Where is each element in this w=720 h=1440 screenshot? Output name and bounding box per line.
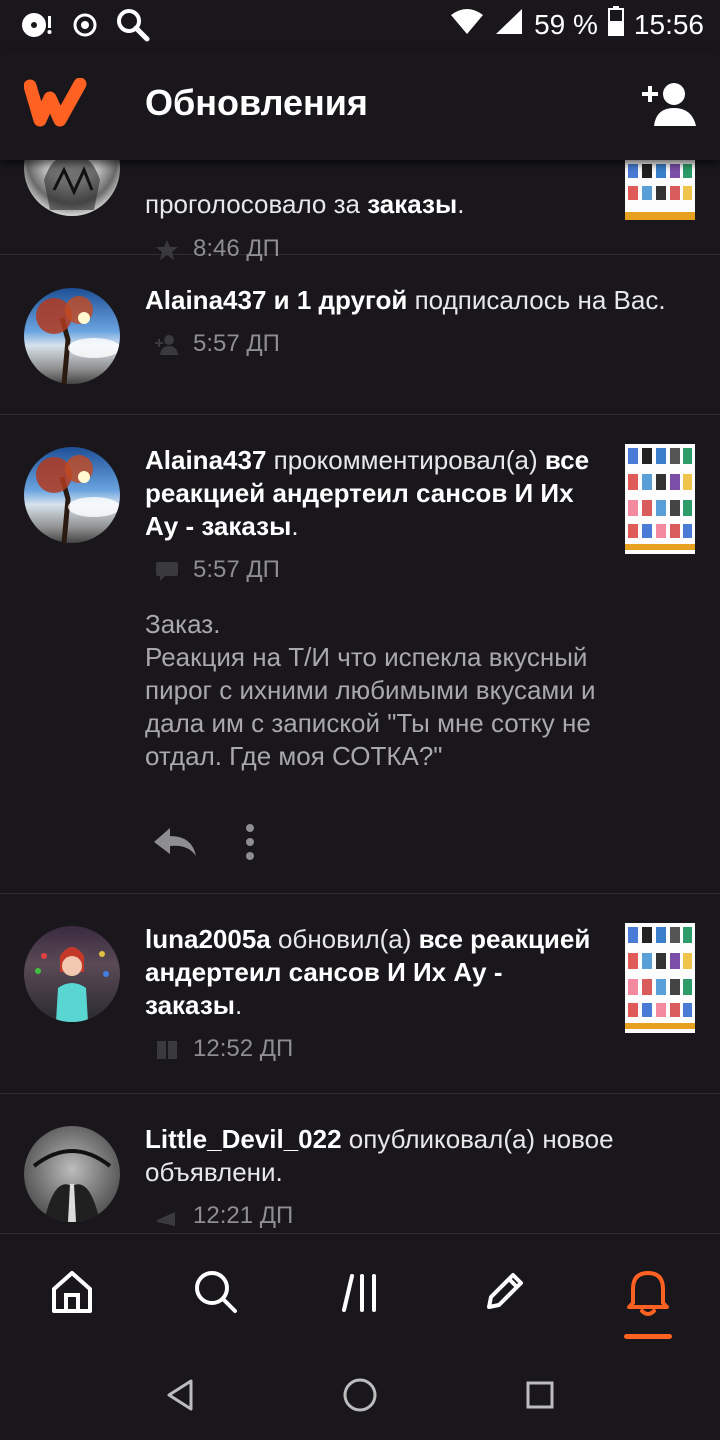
reply-button[interactable] [150, 822, 200, 862]
story-cover-thumbnail[interactable] [625, 160, 695, 220]
pencil-icon [487, 1273, 523, 1309]
active-tab-indicator [624, 1334, 672, 1339]
system-back-button[interactable] [157, 1372, 203, 1418]
story-cover-thumbnail[interactable] [625, 923, 695, 1033]
feed-item[interactable]: luna2005a обновил(а) все реакцией андерт… [0, 893, 720, 1094]
item-text: Alaina437 прокомментировал(а) все реакци… [145, 445, 590, 541]
system-recents-button[interactable] [517, 1372, 563, 1418]
feed-item[interactable]: Alaina437 прокомментировал(а) все реакци… [0, 414, 720, 894]
item-meta: 12:52 ДП [155, 1035, 293, 1063]
item-time: 5:57 ДП [193, 556, 280, 583]
item-text: проголосовало за заказы. [145, 189, 465, 219]
bell-icon [627, 1271, 669, 1316]
nav-search-button[interactable] [186, 1262, 246, 1322]
item-time: 5:57 ДП [193, 330, 280, 357]
system-home-button[interactable] [337, 1372, 383, 1418]
home-circle-icon [343, 1378, 377, 1412]
avatar[interactable] [24, 1126, 120, 1222]
book-icon [155, 1039, 179, 1059]
updates-feed[interactable]: проголосовало за заказы. 8:46 ДП Alaina4… [0, 160, 720, 1233]
reply-icon [154, 828, 196, 856]
follow-icon [155, 334, 179, 355]
comment-icon [155, 560, 179, 581]
feed-item[interactable]: проголосовало за заказы. 8:46 ДП [0, 160, 720, 262]
comment-text: Заказ. Реакция на Т/И что испекла вкусны… [145, 609, 596, 771]
item-time: 12:52 ДП [193, 1035, 294, 1062]
avatar[interactable] [24, 926, 120, 1022]
nav-library-button[interactable] [330, 1262, 390, 1322]
library-icon [342, 1274, 376, 1312]
recents-square-icon [526, 1381, 554, 1409]
item-meta: 5:57 ДП [155, 330, 280, 358]
avatar[interactable] [24, 160, 120, 216]
wattpad-logo[interactable] [23, 77, 90, 128]
search-icon [195, 1271, 237, 1313]
story-cover-thumbnail[interactable] [625, 444, 695, 554]
add-friend-button[interactable] [640, 80, 698, 128]
item-meta: 12:21 ДП [155, 1202, 293, 1230]
feed-item[interactable]: Alaina437 и 1 другой подписалось на Вас.… [0, 254, 720, 415]
item-text: Little_Devil_022 опубликовал(а) новое об… [145, 1124, 614, 1187]
battery-icon [607, 6, 624, 43]
item-meta: 5:57 ДП [155, 556, 280, 584]
search-status-icon [116, 8, 150, 47]
notification-disc-icon [20, 10, 54, 45]
nav-home-button[interactable] [42, 1262, 102, 1322]
announcement-icon [155, 1206, 179, 1226]
more-vertical-icon [246, 824, 254, 860]
item-text: luna2005a обновил(а) все реакцией андерт… [145, 924, 591, 1020]
nav-write-button[interactable] [474, 1262, 534, 1322]
nav-notifications-button[interactable] [618, 1262, 678, 1322]
signal-icon [494, 7, 524, 42]
bottom-navigation [0, 1233, 720, 1351]
avatar[interactable] [24, 447, 120, 543]
item-text: Alaina437 и 1 другой подписалось на Вас. [145, 285, 666, 315]
item-time: 12:21 ДП [193, 1202, 294, 1229]
more-options-button[interactable] [236, 820, 264, 864]
app-bar: Обновления [0, 50, 720, 160]
clock: 15:56 [633, 8, 704, 40]
battery-percent: 59 % [534, 8, 598, 40]
system-navigation-bar [0, 1350, 720, 1440]
status-bar: 59 % 15:56 [0, 0, 720, 50]
home-icon [52, 1271, 92, 1313]
back-triangle-icon [167, 1379, 193, 1411]
avatar[interactable] [24, 288, 120, 384]
feed-item[interactable]: Little_Devil_022 опубликовал(а) новое об… [0, 1093, 720, 1233]
wifi-icon [450, 7, 484, 42]
page-title: Обновления [145, 82, 368, 123]
media-record-icon [72, 12, 98, 43]
